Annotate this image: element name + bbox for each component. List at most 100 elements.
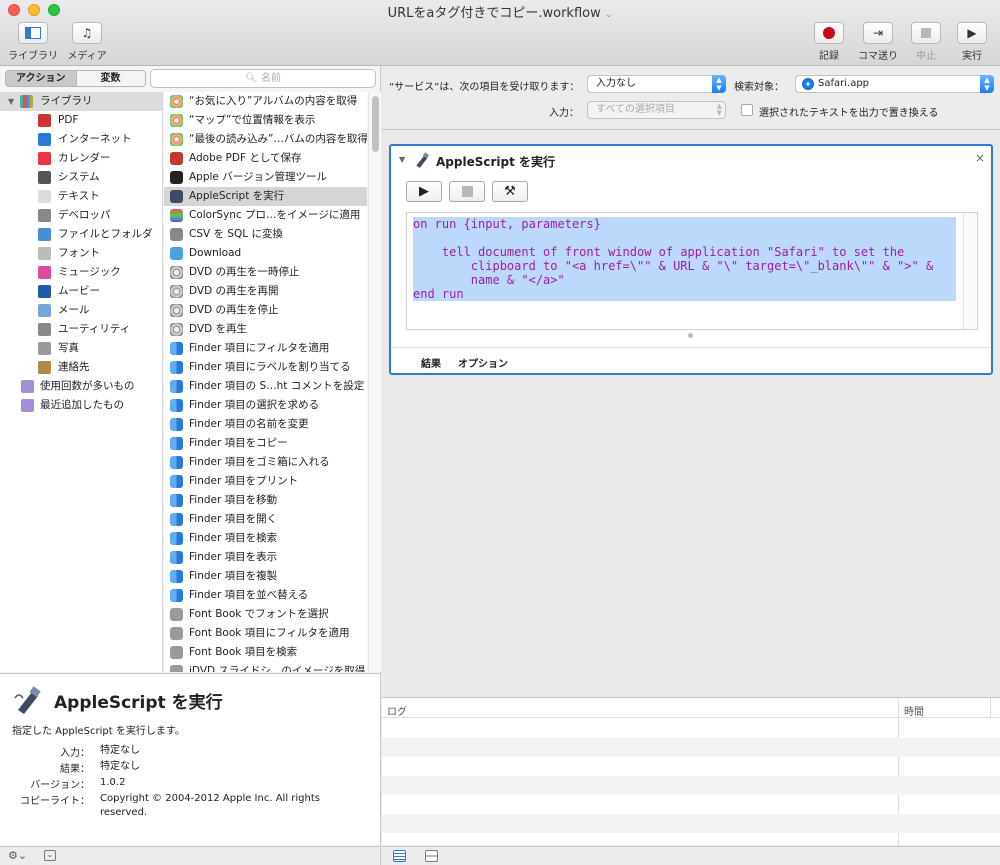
step-button[interactable]: ⇥ コマ送り [855,22,901,62]
category-item-calendar[interactable]: カレンダー [0,149,162,168]
category-item-photo[interactable]: 写真 [0,339,162,358]
action-item[interactable]: Finder 項目の名前を変更 [164,415,367,434]
action-item[interactable]: Finder 項目にフィルタを適用 [164,339,367,358]
action-label: Finder 項目をコピー [189,437,288,449]
action-item[interactable]: Finder 項目をプリント [164,472,367,491]
time-column-header[interactable]: 時間 [904,703,924,718]
action-item[interactable]: Finder 項目にラベルを割り当てる [164,358,367,377]
action-item[interactable]: AppleScript を実行 [164,187,367,206]
action-item[interactable]: “最後の読み込み”…バムの内容を取得 [164,130,367,149]
action-item[interactable]: Finder 項目の選択を求める [164,396,367,415]
action-item[interactable]: Font Book 項目を検索 [164,643,367,662]
category-item-movie[interactable]: ムービー [0,282,162,301]
category-item-text[interactable]: テキスト [0,187,162,206]
run-script-button[interactable]: ▶ [406,181,442,202]
action-item[interactable]: Font Book でフォントを選択 [164,605,367,624]
category-library[interactable]: ▼ ライブラリ [0,92,162,111]
action-item[interactable]: iDVD スライドシ…のイメージを取得 [164,662,367,672]
tab-results[interactable]: 結果 [421,355,441,370]
action-icon [170,361,183,374]
action-item[interactable]: DVD の再生を一時停止 [164,263,367,282]
scrollbar-thumb[interactable] [372,96,379,152]
action-card[interactable]: ▼ AppleScript を実行 × ▶ ⚒ on run {input, p… [389,144,993,375]
list-view-icon[interactable] [393,850,406,862]
compile-script-button[interactable]: ⚒ [492,181,528,202]
category-library-label: ライブラリ [40,95,93,107]
action-icon [170,513,183,526]
run-button[interactable]: ▶ 実行 [952,22,992,62]
action-item[interactable]: Finder 項目を並べ替える [164,586,367,605]
category-item-pdf[interactable]: PDF [0,111,162,130]
action-item[interactable]: Download [164,244,367,263]
popup-arrows-icon: ▲ ▼ [712,75,726,93]
action-item[interactable]: “お気に入り”アルバムの内容を取得 [164,92,367,111]
smart-group-item[interactable]: 使用回数が多いもの [0,377,162,396]
action-item[interactable]: Adobe PDF として保存 [164,149,367,168]
stop-script-button[interactable] [449,181,485,202]
action-item[interactable]: ColorSync プロ…をイメージに適用 [164,206,367,225]
target-app-popup[interactable]: Safari.app ▲ ▼ [795,75,994,93]
record-button[interactable]: 記録 [809,22,849,62]
search-input[interactable]: 🔍︎ 名前 [150,69,376,88]
gear-icon[interactable]: ⚙⌄ [8,849,27,862]
library-books-icon [20,95,33,108]
left-bottom-bar: ⚙⌄ ⌄ [0,846,380,865]
automator-window: URLをaタグ付きでコピー.workflow ⌄ ライブラリ ♫ メディア 記録… [0,0,1000,865]
log-table[interactable]: ログ 時間 [382,697,1000,846]
action-item[interactable]: Apple バージョン管理ツール [164,168,367,187]
action-item[interactable]: Finder 項目を移動 [164,491,367,510]
action-item[interactable]: “マップ”で位置情報を表示 [164,111,367,130]
action-icon [170,665,183,672]
input-popup[interactable]: すべての選択項目 ▲ ▼ [587,101,726,119]
action-item[interactable]: DVD の再生を停止 [164,301,367,320]
tab-variables[interactable]: 変数 [76,70,146,87]
category-item-utilities[interactable]: ユーティリティ [0,320,162,339]
receives-popup[interactable]: 入力なし ▲ ▼ [587,75,726,93]
tab-actions[interactable]: アクション [5,70,77,87]
media-icon: ♫ [72,22,102,44]
category-item-globe[interactable]: インターネット [0,130,162,149]
action-item[interactable]: DVD を再生 [164,320,367,339]
description-toggle-icon[interactable]: ⌄ [44,850,56,861]
category-item-mail[interactable]: メール [0,301,162,320]
category-item-contacts[interactable]: 連絡先 [0,358,162,377]
window-title[interactable]: URLをaタグ付きでコピー.workflow ⌄ [0,2,1000,21]
script-editor-scrollbar[interactable] [963,213,977,329]
close-icon[interactable]: × [975,151,985,165]
category-item-developer[interactable]: デベロッパ [0,206,162,225]
action-item[interactable]: Finder 項目をゴミ箱に入れる [164,453,367,472]
action-item[interactable]: DVD の再生を再開 [164,282,367,301]
media-button[interactable]: ♫ メディア [62,22,112,62]
category-item-music[interactable]: ミュージック [0,263,162,282]
action-item[interactable]: Finder 項目の S…ht コメントを設定 [164,377,367,396]
action-item[interactable]: Finder 項目を開く [164,510,367,529]
stop-button[interactable]: 中止 [906,22,946,62]
replace-text-label: 選択されたテキストを出力で置き換える [759,108,939,119]
action-list-scrollbar[interactable] [368,92,381,672]
smart-group-item[interactable]: 最近追加したもの [0,396,162,415]
column-divider [990,698,991,718]
replace-text-checkbox[interactable] [741,104,753,116]
action-item[interactable]: Finder 項目を検索 [164,529,367,548]
category-list[interactable]: ▼ ライブラリ PDF インターネット カレンダー システム テキスト デベロッパ ファイル… [0,92,163,672]
action-list[interactable]: “お気に入り”アルバムの内容を取得 “マップ”で位置情報を表示 “最後の読み込み”…… [164,92,367,672]
tab-options[interactable]: オプション [458,355,508,370]
collapse-triangle-icon[interactable]: ▼ [399,155,405,164]
split-view-icon[interactable] [425,850,438,862]
action-item[interactable]: CSV を SQL に変換 [164,225,367,244]
category-item-folder[interactable]: ファイルとフォルダ [0,225,162,244]
action-item[interactable]: Finder 項目を表示 [164,548,367,567]
action-item[interactable]: Finder 項目をコピー [164,434,367,453]
resize-handle[interactable] [688,333,693,338]
disclosure-triangle-icon[interactable]: ▼ [8,92,14,111]
workflow-area[interactable]: ▼ AppleScript を実行 × ▶ ⚒ on run {input, p… [382,131,1000,696]
action-item[interactable]: Font Book 項目にフィルタを適用 [164,624,367,643]
action-item[interactable]: Finder 項目を複製 [164,567,367,586]
category-item-font[interactable]: フォント [0,244,162,263]
category-item-system[interactable]: システム [0,168,162,187]
script-editor[interactable]: on run {input, parameters} tell document… [406,212,978,330]
library-button[interactable]: ライブラリ [8,22,58,62]
script-code[interactable]: on run {input, parameters} tell document… [413,217,956,301]
log-column-header[interactable]: ログ [387,703,407,718]
stop-icon [911,22,941,44]
